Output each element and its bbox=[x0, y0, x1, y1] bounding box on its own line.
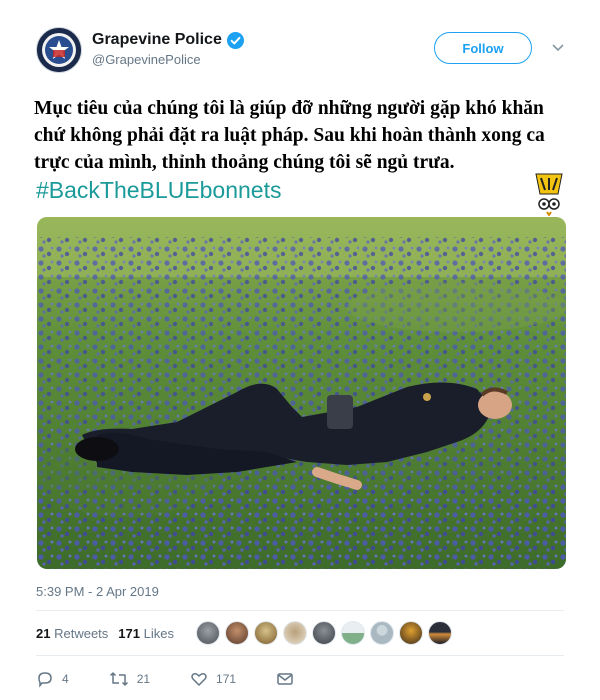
avatar[interactable] bbox=[36, 27, 82, 73]
liker-avatars bbox=[196, 621, 452, 645]
heart-icon bbox=[190, 670, 208, 688]
liker-avatar[interactable] bbox=[283, 621, 307, 645]
tweet-timestamp[interactable]: 5:39 PM - 2 Apr 2019 bbox=[36, 584, 159, 599]
watermark-logo bbox=[534, 172, 564, 217]
liker-avatar[interactable] bbox=[196, 621, 220, 645]
divider bbox=[36, 655, 564, 656]
liker-avatar[interactable] bbox=[312, 621, 336, 645]
chevron-down-icon[interactable] bbox=[550, 39, 566, 55]
liker-avatar[interactable] bbox=[341, 621, 365, 645]
hashtag[interactable]: #BackTheBLUEbonnets bbox=[36, 177, 282, 204]
liker-avatar[interactable] bbox=[370, 621, 394, 645]
tweet-caption: Mục tiêu của chúng tôi là giúp đỡ những … bbox=[34, 98, 545, 173]
envelope-icon bbox=[276, 670, 294, 688]
liker-avatar[interactable] bbox=[254, 621, 278, 645]
reply-icon bbox=[36, 670, 54, 688]
engagement-stats: 21 Retweets 171 Likes bbox=[36, 626, 174, 641]
tweet-photo[interactable] bbox=[37, 217, 566, 569]
like-button[interactable]: 171 bbox=[190, 670, 236, 688]
follow-button[interactable]: Follow bbox=[434, 32, 532, 64]
handle[interactable]: @GrapevinePolice bbox=[92, 52, 201, 67]
reply-button[interactable]: 4 bbox=[36, 670, 69, 688]
retweet-icon bbox=[109, 670, 129, 688]
retweet-button[interactable]: 21 bbox=[109, 670, 150, 688]
divider bbox=[36, 610, 564, 611]
tweet-actions: 4 21 171 bbox=[36, 670, 334, 688]
liker-avatar[interactable] bbox=[225, 621, 249, 645]
message-button[interactable] bbox=[276, 670, 294, 688]
likes-stat[interactable]: 171 Likes bbox=[118, 626, 174, 641]
verified-badge-icon bbox=[226, 31, 244, 49]
liker-avatar[interactable] bbox=[399, 621, 423, 645]
retweets-stat[interactable]: 21 Retweets bbox=[36, 626, 108, 641]
display-name[interactable]: Grapevine Police bbox=[92, 31, 222, 49]
tweet-header: Grapevine Police @GrapevinePolice Follow bbox=[36, 27, 576, 77]
liker-avatar[interactable] bbox=[428, 621, 452, 645]
